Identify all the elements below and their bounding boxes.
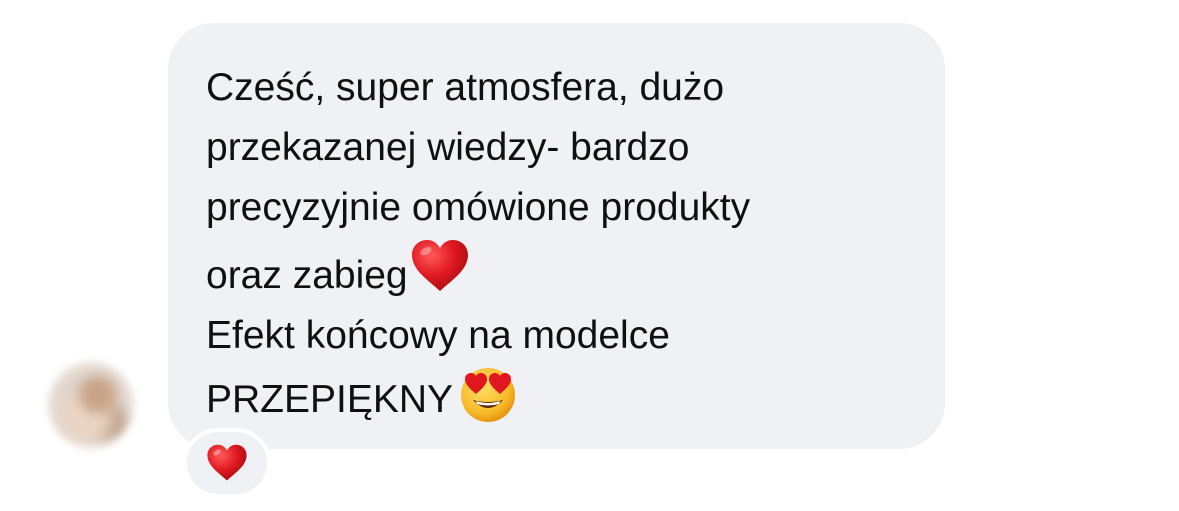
message-text: Cześć, super atmosfera, dużo przekazanej… <box>206 58 926 430</box>
red-heart-reaction-icon <box>207 444 247 481</box>
message-line: PRZEPIĘKNY <box>206 378 454 421</box>
message-line: przekazanej wiedzy- bardzo <box>206 126 690 169</box>
message-line: precyzyjnie omówione produkty <box>206 186 751 229</box>
reaction-badge[interactable] <box>183 428 271 498</box>
sender-avatar[interactable] <box>48 362 134 448</box>
heart-eyes-emoji-icon <box>461 368 516 422</box>
chat-thread: Cześć, super atmosfera, dużo przekazanej… <box>0 0 1179 511</box>
message-line: oraz zabieg <box>206 254 408 297</box>
message-line-with-heart: oraz zabieg <box>206 238 926 306</box>
red-heart-emoji-icon <box>411 240 468 291</box>
message-line: Cześć, super atmosfera, dużo <box>206 66 725 109</box>
message-line-with-emoji: PRZEPIĘKNY <box>206 366 926 430</box>
message-line: Efekt końcowy na modelce <box>206 314 670 357</box>
